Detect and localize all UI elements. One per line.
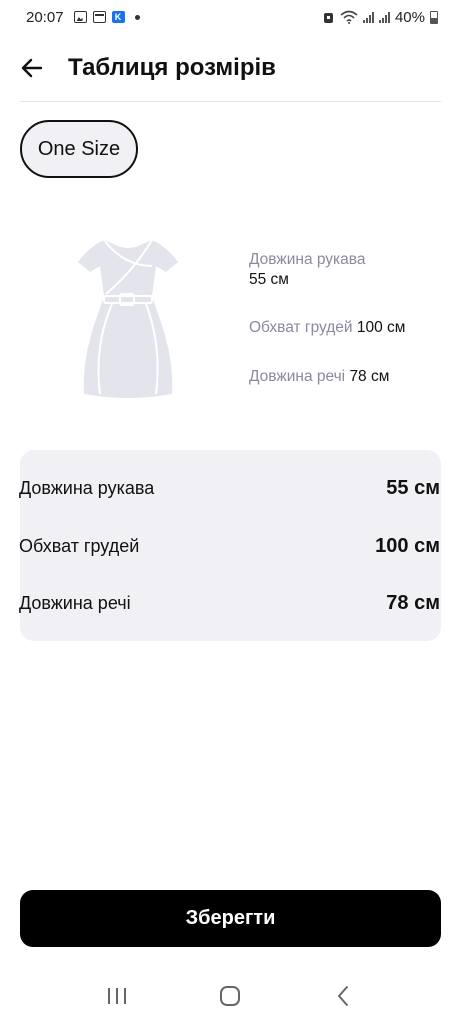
table-row-value: 55 см [386, 476, 440, 499]
status-bar: 20:07 K 40% [0, 0, 460, 34]
header-divider [20, 101, 441, 102]
save-button[interactable]: Зберегти [20, 890, 441, 947]
table-row-label: Довжина речі [19, 592, 131, 613]
table-row-value: 100 см [375, 534, 440, 557]
table-row: Довжина рукава 55 см [19, 473, 440, 503]
battery-icon [430, 10, 438, 24]
chevron-left-icon [338, 986, 349, 1006]
back-nav-button[interactable] [323, 976, 363, 1016]
measure-sleeve-value: 55 см [249, 271, 289, 288]
system-navigation-bar [0, 972, 460, 1020]
status-right: 40% [322, 9, 438, 26]
more-notifications-dot-icon [134, 14, 140, 20]
dress-illustration [78, 239, 178, 398]
header: Таблиця розмірів [0, 34, 460, 102]
measure-sleeve-label: Довжина рукава [249, 251, 366, 268]
table-row: Обхват грудей 100 см [19, 531, 440, 561]
page-title: Таблиця розмірів [68, 54, 276, 81]
home-icon [219, 986, 240, 1006]
status-left: 20:07 K [26, 9, 140, 26]
measure-chest-label: Обхват грудей [249, 319, 353, 336]
signal-2-icon [378, 11, 390, 23]
gallery-notification-icon [73, 11, 87, 23]
home-button[interactable] [210, 976, 250, 1016]
measure-chest-value: 100 см [356, 319, 406, 336]
measure-length-value: 78 см [349, 368, 390, 385]
calendar-notification-icon [92, 11, 106, 23]
size-chip-one-size[interactable]: One Size [20, 120, 138, 178]
signal-1-icon [362, 11, 374, 23]
table-row-label: Довжина рукава [19, 477, 155, 498]
measure-length-label: Довжина речі [249, 368, 346, 385]
alarm-icon [323, 12, 333, 23]
battery-percent: 40% [394, 8, 425, 26]
measure-sleeve: Довжина рукава 55 см [249, 250, 449, 290]
arrow-left-icon [21, 58, 43, 78]
table-row-value: 78 см [386, 591, 440, 614]
measure-length: Довжина речі 78 см [249, 367, 449, 387]
app-notification-icon: K [111, 11, 125, 23]
recent-apps-button[interactable] [97, 976, 137, 1016]
measure-chest: Обхват грудей 100 см [249, 318, 449, 338]
table-row-label: Обхват грудей [19, 535, 140, 556]
back-button[interactable] [20, 51, 54, 85]
table-row: Довжина речі 78 см [19, 588, 440, 618]
recent-apps-icon [107, 988, 126, 1004]
wifi-icon [340, 10, 358, 24]
status-time: 20:07 [26, 8, 64, 26]
